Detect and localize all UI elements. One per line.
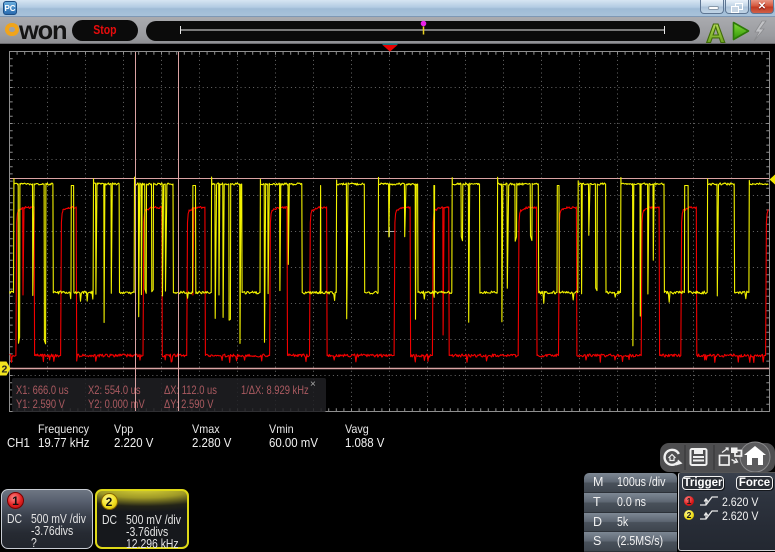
svg-text:2: 2 bbox=[2, 364, 8, 376]
